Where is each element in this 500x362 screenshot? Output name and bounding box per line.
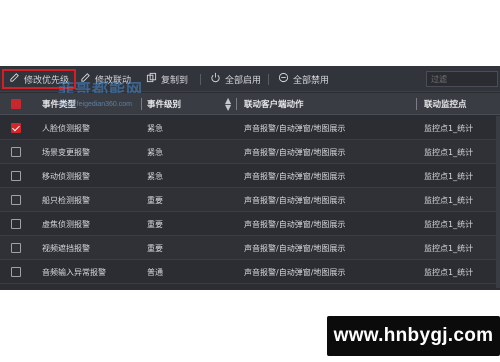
cell-event-level: 紧急 bbox=[147, 148, 163, 157]
cell-monitor-point: 监控点1_统计 bbox=[424, 196, 474, 205]
enable-all-button[interactable]: 全部启用 bbox=[210, 70, 261, 88]
table-row[interactable]: 场景变更报警 紧急 声音报警/自动弹窗/地图展示 监控点1_统计 bbox=[0, 140, 500, 164]
cell-event-level: 紧急 bbox=[147, 124, 163, 133]
table-row[interactable]: 移动侦测报警 紧急 声音报警/自动弹窗/地图展示 监控点1_统计 bbox=[0, 164, 500, 188]
disable-all-button[interactable]: 全部禁用 bbox=[278, 70, 329, 88]
cell-event-level: 重要 bbox=[147, 244, 163, 253]
cell-client-action: 声音报警/自动弹窗/地图展示 bbox=[244, 268, 346, 277]
table-row[interactable]: 人脸侦测报警 紧急 声音报警/自动弹窗/地图展示 监控点1_统计 bbox=[0, 116, 500, 140]
cell-monitor-point: 监控点1_统计 bbox=[424, 172, 474, 181]
site-url-banner: www.hnbygj.com bbox=[327, 316, 500, 356]
filter-input[interactable] bbox=[426, 71, 498, 87]
column-divider bbox=[141, 98, 142, 110]
watermark-url: www.feigedian360.com bbox=[60, 101, 132, 108]
table-row[interactable]: 视频遮挡报警 重要 声音报警/自动弹窗/地图展示 监控点1_统计 bbox=[0, 236, 500, 260]
row-checkbox[interactable] bbox=[11, 147, 21, 157]
enable-all-label: 全部启用 bbox=[225, 75, 262, 86]
copy-to-button[interactable]: 复制到 bbox=[146, 70, 188, 88]
header-monitor-point[interactable]: 联动监控点 bbox=[424, 98, 467, 110]
cell-client-action: 声音报警/自动弹窗/地图展示 bbox=[244, 172, 346, 181]
toolbar-divider bbox=[268, 74, 269, 85]
cell-event-level: 重要 bbox=[147, 196, 163, 205]
cell-monitor-point: 监控点1_统计 bbox=[424, 148, 474, 157]
cell-client-action: 声音报警/自动弹窗/地图展示 bbox=[244, 220, 346, 229]
cell-event-type: 视频遮挡报警 bbox=[42, 244, 90, 253]
table-row[interactable]: 船只检测报警 重要 声音报警/自动弹窗/地图展示 监控点1_统计 bbox=[0, 188, 500, 212]
cell-client-action: 声音报警/自动弹窗/地图展示 bbox=[244, 148, 346, 157]
row-checkbox[interactable] bbox=[11, 219, 21, 229]
column-divider bbox=[416, 98, 417, 110]
cell-event-type: 移动侦测报警 bbox=[42, 172, 90, 181]
copy-to-label: 复制到 bbox=[161, 75, 189, 86]
cell-event-type: 船只检测报警 bbox=[42, 196, 90, 205]
event-config-panel: 修改优先级 修改联动 复制到 全部启用 全部禁用 过滤 菲哥都能网 事件类型 事… bbox=[0, 66, 500, 290]
disable-icon bbox=[278, 72, 289, 86]
select-all-checkbox[interactable] bbox=[11, 99, 21, 109]
cell-monitor-point: 监控点1_统计 bbox=[424, 244, 474, 253]
cell-monitor-point: 监控点1_统计 bbox=[424, 268, 474, 277]
header-event-level[interactable]: 事件级别 bbox=[147, 98, 181, 110]
table-row[interactable]: 虚焦侦测报警 重要 声音报警/自动弹窗/地图展示 监控点1_统计 bbox=[0, 212, 500, 236]
row-checkbox[interactable] bbox=[11, 267, 21, 277]
vertical-scrollbar[interactable] bbox=[496, 116, 500, 288]
edit-icon bbox=[9, 72, 20, 86]
row-checkbox[interactable] bbox=[11, 171, 21, 181]
header-client-action[interactable]: 联动客户端动作 bbox=[244, 98, 304, 110]
power-icon bbox=[210, 72, 221, 86]
disable-all-label: 全部禁用 bbox=[293, 75, 330, 86]
cell-client-action: 声音报警/自动弹窗/地图展示 bbox=[244, 124, 346, 133]
cell-event-level: 重要 bbox=[147, 220, 163, 229]
cell-event-type: 场景变更报警 bbox=[42, 148, 90, 157]
cell-event-type: 音频输入异常报警 bbox=[42, 268, 106, 277]
cell-event-level: 普通 bbox=[147, 268, 163, 277]
table-row[interactable]: 音频输入异常报警 普通 声音报警/自动弹窗/地图展示 监控点1_统计 bbox=[0, 260, 500, 284]
sort-icon[interactable]: ▲ ▼ bbox=[225, 97, 231, 112]
cell-client-action: 声音报警/自动弹窗/地图展示 bbox=[244, 196, 346, 205]
cell-client-action: 声音报警/自动弹窗/地图展示 bbox=[244, 244, 346, 253]
row-checkbox[interactable] bbox=[11, 243, 21, 253]
table-body: 人脸侦测报警 紧急 声音报警/自动弹窗/地图展示 监控点1_统计 场景变更报警 … bbox=[0, 116, 500, 284]
toolbar-divider bbox=[200, 74, 201, 85]
cell-event-type: 人脸侦测报警 bbox=[42, 124, 90, 133]
row-checkbox[interactable] bbox=[11, 123, 21, 133]
row-checkbox[interactable] bbox=[11, 195, 21, 205]
column-divider bbox=[236, 98, 237, 110]
cell-event-type: 虚焦侦测报警 bbox=[42, 220, 90, 229]
cell-monitor-point: 监控点1_统计 bbox=[424, 220, 474, 229]
cell-monitor-point: 监控点1_统计 bbox=[424, 124, 474, 133]
copy-icon bbox=[146, 72, 157, 86]
cell-event-level: 紧急 bbox=[147, 172, 163, 181]
